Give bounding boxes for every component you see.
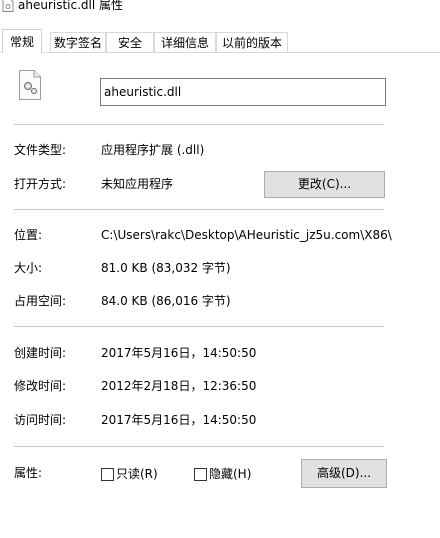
modified-value: 2012年2月18日，12:36:50 [101,379,257,393]
file-type-label: 文件类型: [14,143,67,157]
tab-previous-versions[interactable]: 以前的版本 [216,32,288,52]
file-type-value: 应用程序扩展 (.dll) [101,143,205,157]
separator [14,446,384,447]
separator [14,124,384,125]
tab-details[interactable]: 详细信息 [154,32,216,52]
attributes-label: 属性: [14,466,43,480]
readonly-checkbox[interactable] [101,468,114,481]
window-title: aheuristic.dll 属性 [18,0,124,12]
readonly-label[interactable]: 只读(R) [116,466,158,482]
location-label: 位置: [14,228,43,242]
hidden-label[interactable]: 隐藏(H) [209,466,251,482]
location-value: C:\Users\rakc\Desktop\AHeuristic_jz5u.co… [101,228,392,242]
created-value: 2017年5月16日，14:50:50 [101,346,257,360]
created-label: 创建时间: [14,346,67,360]
separator [14,209,384,210]
opens-with-label: 打开方式: [14,177,67,191]
change-button[interactable]: 更改(C)... [264,171,385,198]
advanced-button[interactable]: 高级(D)... [301,459,387,488]
hidden-checkbox[interactable] [194,468,207,481]
opens-with-value: 未知应用程序 [101,177,174,191]
dll-file-icon [2,0,14,12]
filename-field[interactable]: aheuristic.dll [100,78,386,106]
modified-label: 修改时间: [14,379,67,393]
tab-security[interactable]: 安全 [106,32,154,52]
title-bar: aheuristic.dll 属性 [0,0,440,16]
size-on-disk-label: 占用空间: [14,294,67,308]
tab-general[interactable]: 常规 [2,29,42,53]
tab-digital-signatures[interactable]: 数字签名 [50,32,106,52]
accessed-label: 访问时间: [14,413,67,427]
tab-strip-border [0,52,440,53]
separator [14,326,384,327]
dll-file-gear-icon [19,70,41,100]
accessed-value: 2017年5月16日，14:50:50 [101,413,257,427]
size-on-disk-value: 84.0 KB (86,016 字节) [101,294,231,308]
size-label: 大小: [14,261,43,275]
size-value: 81.0 KB (83,032 字节) [101,261,231,275]
